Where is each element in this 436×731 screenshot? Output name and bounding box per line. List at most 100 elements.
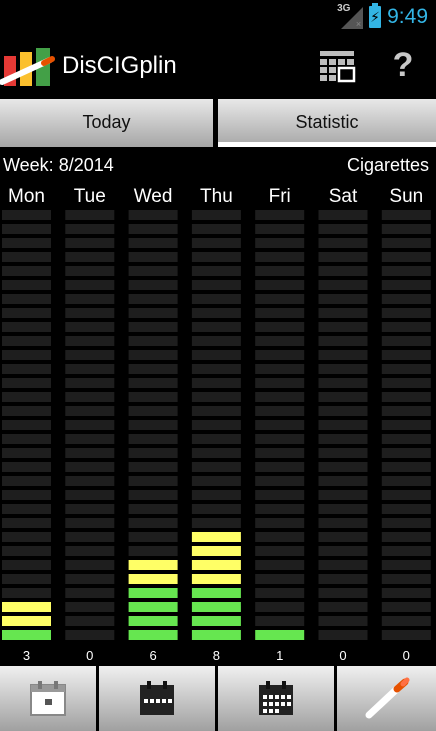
bar-segment-empty xyxy=(128,350,178,360)
bar-segment-empty xyxy=(255,518,305,528)
bar-segment-filled xyxy=(191,560,241,570)
bar-segment-empty xyxy=(381,252,431,262)
bar-segment-filled xyxy=(2,630,51,640)
bar-segment-empty xyxy=(128,462,178,472)
action-bar: DisCIGplin ? xyxy=(0,33,436,97)
bar-segment-empty xyxy=(2,574,51,584)
bar-segment-empty xyxy=(2,266,51,276)
bar-segment-empty xyxy=(381,532,431,542)
day-label-wed: Wed xyxy=(134,186,173,207)
bar-segment-empty xyxy=(2,588,51,598)
bottom-nav xyxy=(0,666,436,731)
bar-segment-empty xyxy=(191,266,241,276)
bar-segment-empty xyxy=(2,238,51,248)
bar-segment-empty xyxy=(128,504,178,514)
bar-segment-empty xyxy=(381,420,431,430)
bar-segment-empty xyxy=(2,322,51,332)
bar-segment-empty xyxy=(318,308,368,318)
bar-segment-empty xyxy=(255,238,305,248)
bar-segment-empty xyxy=(255,210,305,220)
bar-segment-empty xyxy=(128,378,178,388)
bar-segment-empty xyxy=(191,322,241,332)
bar-segment-empty xyxy=(65,560,115,570)
bar-segment-empty xyxy=(318,490,368,500)
day-view-button[interactable] xyxy=(0,666,96,731)
status-clock: 9:49 xyxy=(387,4,428,28)
bar-segment-empty xyxy=(191,364,241,374)
bar-segment-empty xyxy=(2,378,51,388)
bar-segment-empty xyxy=(381,364,431,374)
week-view-button[interactable] xyxy=(99,666,215,731)
bar-segment-empty xyxy=(381,350,431,360)
bar-segment-empty xyxy=(2,434,51,444)
bar-segment-empty xyxy=(128,448,178,458)
bar-segment-empty xyxy=(381,336,431,346)
tab-statistic[interactable]: Statistic xyxy=(218,99,436,147)
bar-segment-empty xyxy=(191,448,241,458)
bar-segment-empty xyxy=(128,308,178,318)
bar-segment-empty xyxy=(128,266,178,276)
bar-segment-empty xyxy=(191,406,241,416)
bar-segment-empty xyxy=(128,476,178,486)
bar-segment-empty xyxy=(255,574,305,584)
bar-segment-empty xyxy=(255,532,305,542)
value-label-fri: 1 xyxy=(276,648,283,663)
bar-segment-empty xyxy=(318,518,368,528)
bar-segment-empty xyxy=(2,308,51,318)
bar-segment-empty xyxy=(2,448,51,458)
bar-segment-empty xyxy=(128,210,178,220)
value-label-sun: 0 xyxy=(403,648,410,663)
bar-segment-empty xyxy=(128,546,178,556)
bar-segment-empty xyxy=(128,490,178,500)
bar-segment-empty xyxy=(255,280,305,290)
bar-segment-empty xyxy=(191,420,241,430)
bar-segment-empty xyxy=(255,364,305,374)
bar-segment-empty xyxy=(381,308,431,318)
bar-segment-empty xyxy=(128,336,178,346)
bar-segment-empty xyxy=(318,238,368,248)
bar-segment-empty xyxy=(65,350,115,360)
bar-segment-empty xyxy=(191,490,241,500)
bar-segment-empty xyxy=(191,392,241,402)
bar-segment-filled xyxy=(191,546,241,556)
bar-segment-empty xyxy=(255,350,305,360)
bar-segment-empty xyxy=(255,588,305,598)
bar-segment-empty xyxy=(65,378,115,388)
bar-segment-empty xyxy=(381,574,431,584)
add-cigarette-button[interactable] xyxy=(337,666,436,731)
bar-segment-empty xyxy=(318,406,368,416)
calendar-grid-icon[interactable] xyxy=(318,49,356,83)
battery-charging-icon: ⚡ xyxy=(369,2,382,28)
bar-segment-empty xyxy=(255,462,305,472)
value-label-thu: 8 xyxy=(213,648,220,663)
bar-segment-empty xyxy=(318,266,368,276)
day-label-tue: Tue xyxy=(74,186,106,207)
bar-segment-empty xyxy=(381,546,431,556)
bar-segment-empty xyxy=(65,434,115,444)
bar-segment-empty xyxy=(318,364,368,374)
bar-segment-empty xyxy=(2,252,51,262)
bar-segment-empty xyxy=(2,406,51,416)
bar-segment-empty xyxy=(2,350,51,360)
bar-segment-empty xyxy=(191,350,241,360)
bar-segment-empty xyxy=(255,294,305,304)
bar-segment-empty xyxy=(191,462,241,472)
bar-segment-empty xyxy=(318,574,368,584)
bar-segment-filled xyxy=(128,560,178,570)
bar-segment-empty xyxy=(128,518,178,528)
bar-segment-empty xyxy=(128,392,178,402)
bar-segment-empty xyxy=(65,532,115,542)
bar-segment-empty xyxy=(191,308,241,318)
day-label-sun: Sun xyxy=(389,186,423,207)
tab-today[interactable]: Today xyxy=(0,99,213,147)
month-view-button[interactable] xyxy=(218,666,334,731)
bar-segment-empty xyxy=(65,504,115,514)
help-icon[interactable]: ? xyxy=(386,45,420,85)
bar-segment-empty xyxy=(318,252,368,262)
bar-segment-empty xyxy=(318,378,368,388)
bar-segment-empty xyxy=(128,294,178,304)
bar-segment-empty xyxy=(2,560,51,570)
bar-segment-empty xyxy=(381,280,431,290)
bar-segment-empty xyxy=(65,224,115,234)
bar-segment-empty xyxy=(2,336,51,346)
